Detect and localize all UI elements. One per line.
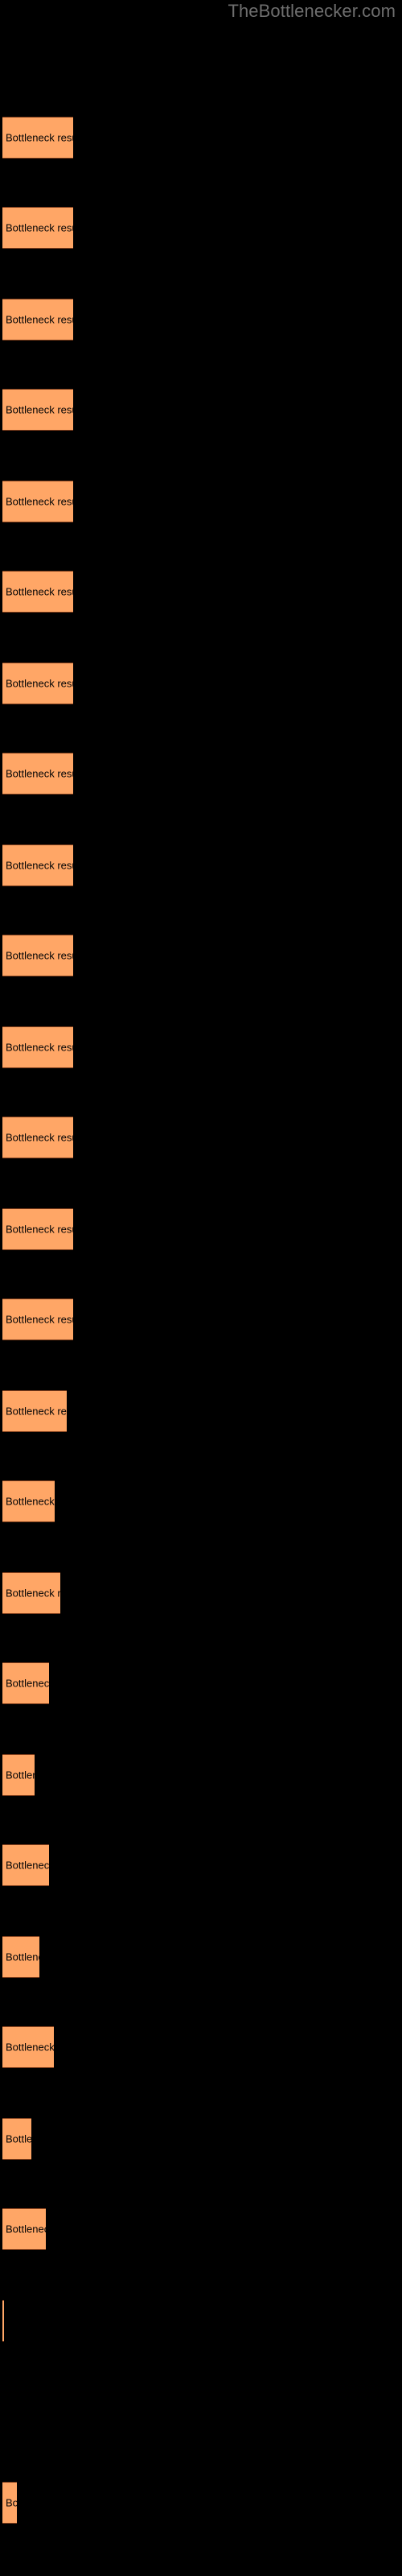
bar-25[interactable] [2, 2300, 4, 2342]
bar-8[interactable]: Bottleneck result [2, 753, 73, 795]
bar-label: Bottleneck result [6, 2132, 31, 2145]
bar-label: Bottleneck result [6, 767, 73, 780]
bar-5[interactable]: Bottleneck result [2, 481, 73, 522]
bar-label: Bottleneck result [6, 1223, 73, 1236]
bar-6[interactable]: Bottleneck result [2, 571, 73, 613]
bar-label: Bottleneck result [6, 1313, 73, 1326]
bar-label: Bottleneck result [6, 2496, 17, 2509]
bar-16[interactable]: Bottleneck result [2, 1480, 55, 1522]
bar-label: Bottleneck result [6, 949, 73, 962]
bar-18[interactable]: Bottleneck result [2, 1662, 49, 1704]
bar-label: Bottleneck result [6, 1495, 55, 1508]
bar-14[interactable]: Bottleneck result [2, 1298, 73, 1340]
bar-label: Bottleneck result [6, 1677, 49, 1690]
bar-15[interactable]: Bottleneck result [2, 1390, 67, 1432]
bar-10[interactable]: Bottleneck result [2, 935, 73, 976]
bar-label: Bottleneck result [6, 495, 73, 508]
bar-label: Bottleneck result [6, 1951, 39, 1963]
bar-label: Bottleneck result [6, 1131, 73, 1144]
bar-label: Bottleneck result [6, 1769, 35, 1781]
bar-19[interactable]: Bottleneck result [2, 1754, 35, 1796]
bottleneck-bar-chart: TheBottlenecker.com Bottleneck result Bot… [0, 0, 402, 2576]
bar-4[interactable]: Bottleneck result [2, 389, 73, 431]
bar-label: Bottleneck result [6, 1041, 73, 1054]
bar-label: Bottleneck result [6, 221, 73, 234]
bar-21[interactable]: Bottleneck result [2, 1936, 39, 1978]
bar-label: Bottleneck result [6, 131, 73, 144]
bar-23[interactable]: Bottleneck result [2, 2118, 31, 2160]
bar-label: Bottleneck result [6, 677, 73, 690]
bar-9[interactable]: Bottleneck result [2, 844, 73, 886]
bar-3[interactable]: Bottleneck result [2, 299, 73, 341]
site-title: TheBottlenecker.com [228, 1, 396, 21]
bar-label: Bottleneck result [6, 585, 73, 598]
bar-27[interactable]: Bottleneck result [2, 2482, 17, 2524]
bar-12[interactable]: Bottleneck result [2, 1117, 73, 1158]
bar-11[interactable]: Bottleneck result [2, 1026, 73, 1068]
bar-2[interactable]: Bottleneck result [2, 207, 73, 249]
bar-label: Bottleneck result [6, 859, 73, 872]
bar-22[interactable]: Bottleneck result [2, 2026, 54, 2068]
bar-label: Bottleneck result [6, 313, 73, 326]
bar-label: Bottleneck result [6, 2223, 46, 2235]
bar-13[interactable]: Bottleneck result [2, 1208, 73, 1250]
bar-label: Bottleneck result [6, 1405, 67, 1418]
bar-17[interactable]: Bottleneck result [2, 1572, 60, 1614]
bar-label: Bottleneck result [6, 2041, 54, 2054]
bar-1[interactable]: Bottleneck result [2, 117, 73, 159]
bar-7[interactable]: Bottleneck result [2, 663, 73, 704]
bar-label: Bottleneck result [6, 1859, 49, 1872]
bar-20[interactable]: Bottleneck result [2, 1844, 49, 1886]
bar-24[interactable]: Bottleneck result [2, 2208, 46, 2250]
bar-label: Bottleneck result [6, 403, 73, 416]
bar-label: Bottleneck result [6, 1587, 60, 1600]
